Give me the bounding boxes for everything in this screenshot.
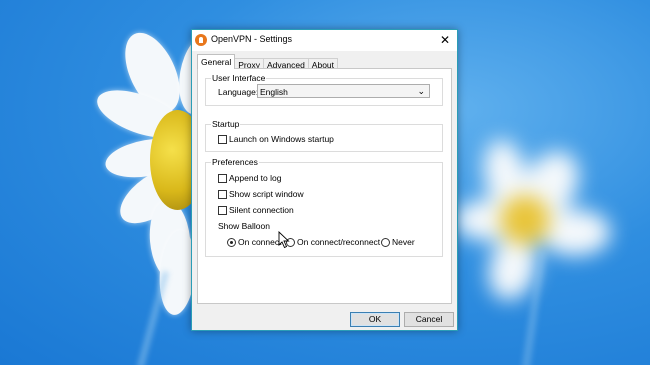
preferences-title: Preferences	[211, 157, 259, 167]
on-connect-radio[interactable]	[227, 238, 236, 247]
user-interface-group: User Interface Language: English ⌄	[205, 73, 443, 106]
mouse-cursor-icon	[278, 231, 290, 249]
launch-startup-checkbox[interactable]	[218, 135, 227, 144]
preferences-group: Preferences Append to log Show script wi…	[205, 157, 443, 257]
language-label: Language:	[218, 87, 259, 97]
close-button[interactable]: ✕	[433, 30, 457, 51]
startup-title: Startup	[211, 119, 241, 129]
never-label: Never	[392, 237, 415, 247]
silent-connection-label: Silent connection	[229, 205, 294, 215]
startup-group: Startup Launch on Windows startup	[205, 119, 443, 152]
append-log-label: Append to log	[229, 173, 282, 183]
openvpn-icon	[195, 34, 207, 46]
tab-general[interactable]: General	[197, 54, 236, 69]
on-reconnect-label: On connect/reconnect	[297, 237, 381, 247]
cancel-button[interactable]: Cancel	[404, 312, 454, 327]
show-balloon-label: Show Balloon	[218, 221, 270, 231]
flower-stem	[137, 270, 169, 365]
title-bar: OpenVPN - Settings ✕	[192, 30, 457, 51]
language-select[interactable]: English ⌄	[257, 84, 430, 98]
language-value: English	[260, 87, 288, 97]
window-title: OpenVPN - Settings	[211, 34, 293, 44]
show-script-label: Show script window	[229, 189, 304, 199]
user-interface-title: User Interface	[211, 73, 267, 83]
show-script-checkbox[interactable]	[218, 190, 227, 199]
ok-button[interactable]: OK	[350, 312, 400, 327]
chevron-down-icon: ⌄	[417, 86, 425, 96]
on-connect-label: On connect	[238, 237, 282, 247]
silent-connection-checkbox[interactable]	[218, 206, 227, 215]
append-log-checkbox[interactable]	[218, 174, 227, 183]
general-tab-panel: User Interface Language: English ⌄ Start…	[197, 68, 452, 304]
tab-strip: General Proxy Advanced About	[197, 54, 339, 71]
launch-startup-label: Launch on Windows startup	[229, 134, 334, 144]
settings-dialog: OpenVPN - Settings ✕ General Proxy Advance…	[191, 29, 458, 331]
never-radio[interactable]	[381, 238, 390, 247]
